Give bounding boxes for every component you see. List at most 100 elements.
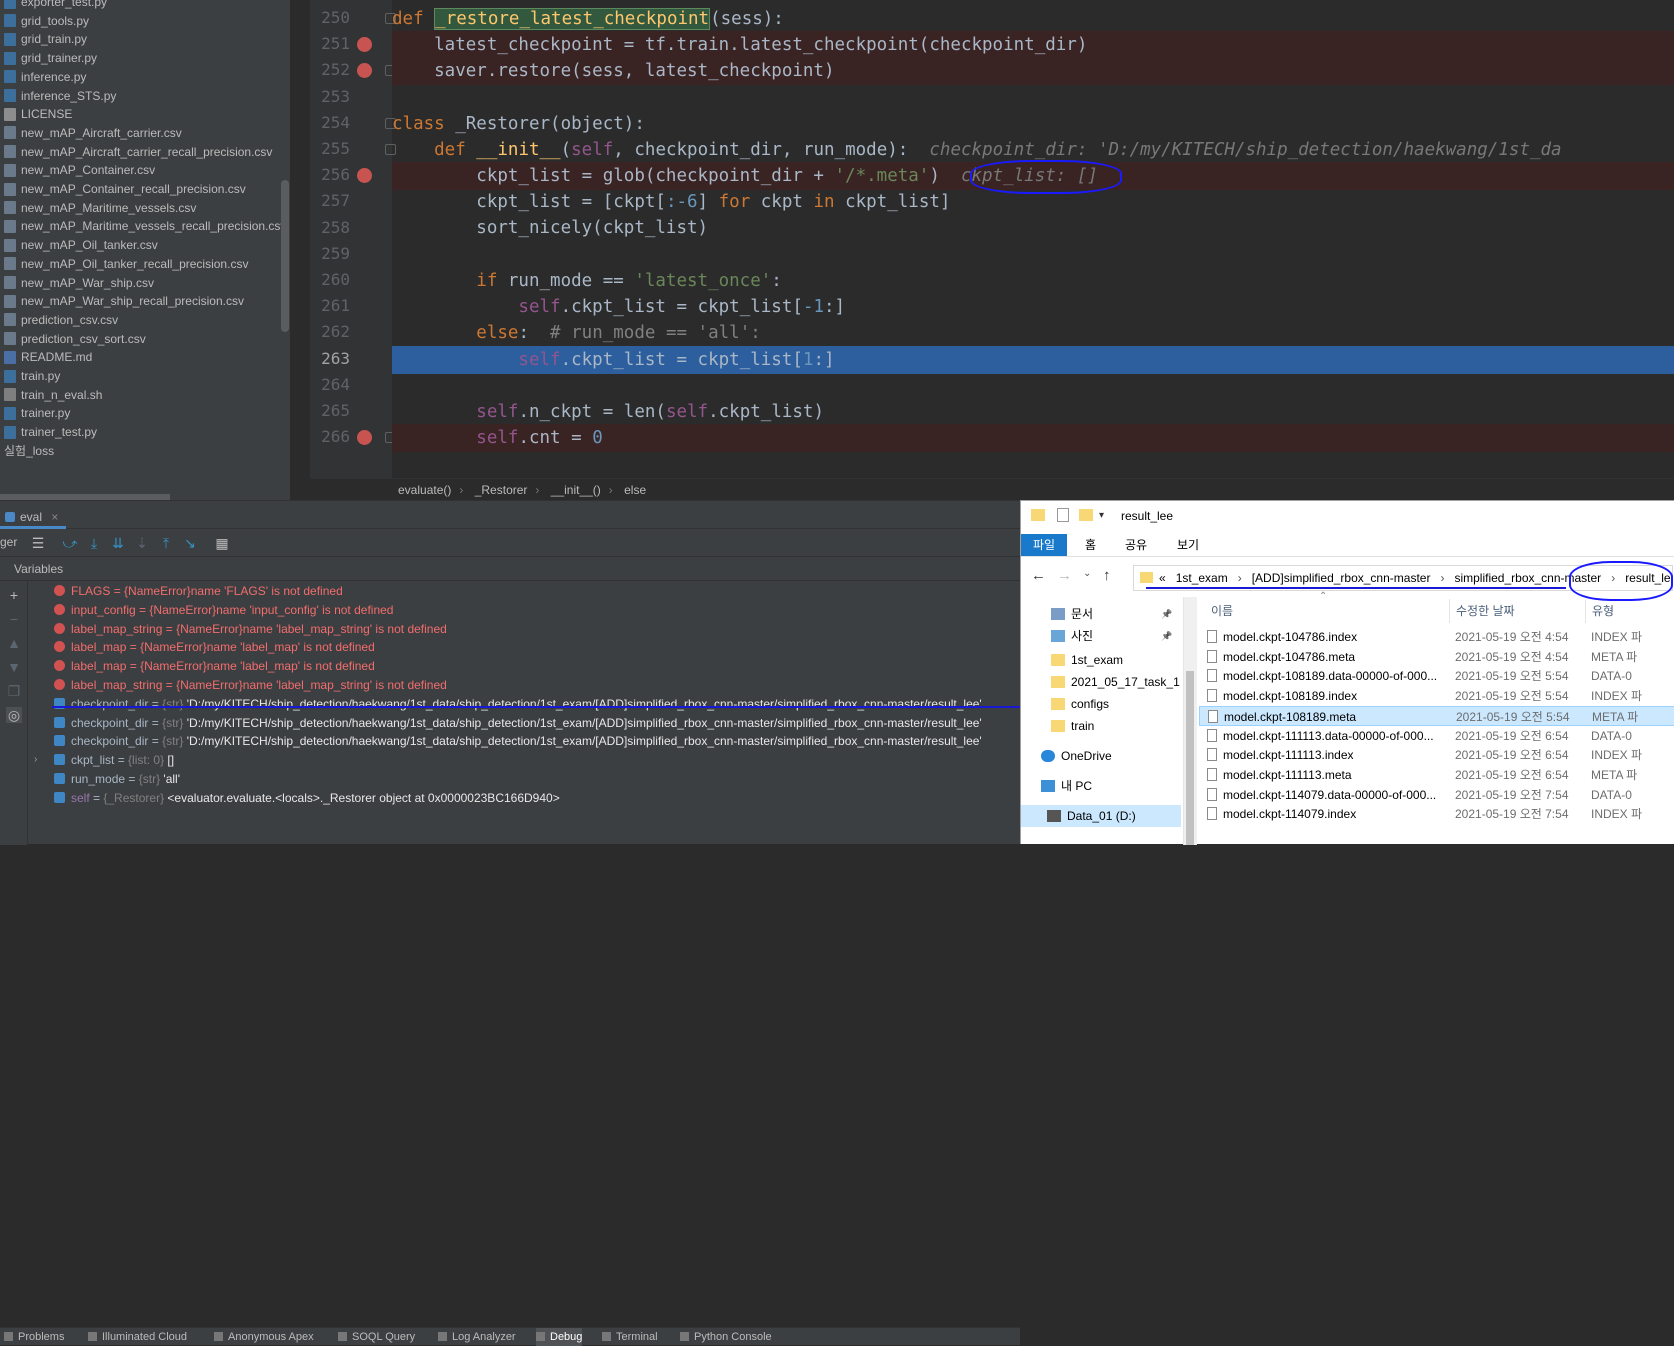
step-into-icon[interactable]: ⇊ xyxy=(110,535,126,551)
nav-scrollbar-thumb[interactable] xyxy=(1186,671,1194,845)
file-row[interactable]: model.ckpt-104786.index 2021-05-19 오전 4:5… xyxy=(1199,627,1674,647)
tree-item[interactable]: grid_trainer.py xyxy=(0,48,97,68)
tree-item[interactable]: 실험_loss xyxy=(0,441,54,461)
step-into-my-code-icon[interactable]: ⇣ xyxy=(134,535,150,551)
file-row[interactable]: model.ckpt-108189.data-00000-of-000... 20… xyxy=(1199,666,1674,686)
variable-row[interactable]: › ckpt_list = {list: 0} [] xyxy=(34,750,174,770)
address-segment[interactable]: [ADD]simplified_rbox_cnn-master xyxy=(1252,571,1431,585)
tree-item[interactable]: inference.py xyxy=(0,67,86,87)
tab-home[interactable]: 홈 xyxy=(1073,534,1108,556)
nav-item[interactable]: train xyxy=(1021,715,1181,737)
breadcrumb-item[interactable]: _Restorer xyxy=(475,483,528,497)
tree-item[interactable]: new_mAP_Aircraft_carrier_recall_precisio… xyxy=(0,142,272,162)
expand-icon[interactable]: › xyxy=(34,750,37,770)
breadcrumb-item[interactable]: else xyxy=(624,483,646,497)
bottom-tab[interactable]: Problems xyxy=(4,1328,64,1346)
file-row[interactable]: model.ckpt-108189.index 2021-05-19 오전 5:5… xyxy=(1199,686,1674,706)
step-out-icon[interactable]: ⤒ xyxy=(158,535,174,551)
back-icon[interactable]: ← xyxy=(1031,567,1046,584)
tab-view[interactable]: 보기 xyxy=(1165,534,1211,556)
tab-share[interactable]: 공유 xyxy=(1113,534,1159,556)
show-execution-point-icon[interactable]: ⤻ xyxy=(62,535,78,551)
nav-item[interactable]: 1st_exam xyxy=(1021,649,1181,671)
file-row[interactable]: model.ckpt-111113.data-00000-of-000... 20… xyxy=(1199,726,1674,746)
file-row[interactable]: model.ckpt-104786.meta 2021-05-19 오전 4:54… xyxy=(1199,647,1674,667)
variable-row[interactable]: FLAGS = {NameError}name 'FLAGS' is not d… xyxy=(36,581,343,601)
variable-row[interactable]: label_map_string = {NameError}name 'labe… xyxy=(36,619,447,639)
breadcrumb-item[interactable]: __init__() xyxy=(551,483,601,497)
properties-icon[interactable] xyxy=(1057,508,1069,522)
address-overflow[interactable]: « xyxy=(1159,571,1166,585)
run-to-cursor-icon[interactable]: ↘ xyxy=(182,535,198,551)
tree-item[interactable]: new_mAP_War_ship_recall_precision.csv xyxy=(0,291,244,311)
file-row[interactable]: model.ckpt-111113.meta 2021-05-19 오전 6:54… xyxy=(1199,765,1674,785)
address-segment[interactable]: 1st_exam xyxy=(1176,571,1228,585)
tree-item[interactable]: LICENSE xyxy=(0,104,72,124)
nav-item[interactable]: 내 PC xyxy=(1021,775,1181,797)
bottom-tab[interactable]: SOQL Query xyxy=(338,1328,415,1346)
nav-item[interactable]: configs xyxy=(1021,693,1181,715)
tree-item[interactable]: new_mAP_War_ship.csv xyxy=(0,273,154,293)
variable-row[interactable]: self = {_Restorer} <evaluator.evaluate.<… xyxy=(36,788,560,808)
bottom-tab[interactable]: Illuminated Cloud xyxy=(88,1328,187,1346)
tree-item[interactable]: grid_tools.py xyxy=(0,11,89,31)
chevron-down-icon[interactable]: ▾ xyxy=(1099,501,1104,531)
tree-item[interactable]: trainer_test.py xyxy=(0,422,97,442)
tab-file[interactable]: 파일 xyxy=(1021,534,1068,556)
variable-row[interactable]: checkpoint_dir = {str} 'D:/my/KITECH/shi… xyxy=(36,713,982,733)
menu-icon[interactable]: ☰ xyxy=(30,535,46,551)
code-lines[interactable]: def _restore_latest_checkpoint(sess): la… xyxy=(310,0,1674,478)
new-folder-icon[interactable] xyxy=(1079,509,1093,521)
variable-row[interactable]: run_mode = {str} 'all' xyxy=(36,769,180,789)
debugger-tab-label[interactable]: ger xyxy=(0,535,17,549)
variable-row[interactable]: label_map_string = {NameError}name 'labe… xyxy=(36,675,447,695)
tree-item[interactable]: inference_STS.py xyxy=(0,86,116,106)
file-row[interactable]: model.ckpt-108189.meta 2021-05-19 오전 5:54… xyxy=(1199,705,1674,726)
variable-row[interactable]: label_map = {NameError}name 'label_map' … xyxy=(36,656,375,676)
column-header-type[interactable]: 유형 xyxy=(1585,599,1614,623)
pin-icon[interactable]: 📌 xyxy=(1161,625,1172,647)
bottom-tab[interactable]: Log Analyzer xyxy=(438,1328,516,1346)
tree-scrollbar[interactable] xyxy=(281,180,289,332)
tree-item[interactable]: new_mAP_Container_recall_precision.csv xyxy=(0,179,246,199)
nav-item[interactable]: 2021_05_17_task_1 xyxy=(1021,671,1181,693)
tree-item[interactable]: train_n_eval.sh xyxy=(0,385,102,405)
tree-item[interactable]: new_mAP_Container.csv xyxy=(0,160,155,180)
file-row[interactable]: model.ckpt-114079.index 2021-05-19 오전 7:5… xyxy=(1199,804,1674,824)
nav-item[interactable]: OneDrive xyxy=(1021,745,1181,767)
code-editor[interactable]: 250 251 252 253 254 255 256 257 258 259 260 261 262 2… xyxy=(310,0,1674,478)
pin-icon[interactable]: 📌 xyxy=(1161,603,1172,625)
tree-item[interactable]: README.md xyxy=(0,347,92,367)
file-row[interactable]: model.ckpt-114079.data-00000-of-000... 20… xyxy=(1199,785,1674,805)
tree-item[interactable]: new_mAP_Maritime_vessels.csv xyxy=(0,198,196,218)
tree-item[interactable]: grid_train.py xyxy=(0,29,87,49)
tree-item[interactable]: train.py xyxy=(0,366,60,386)
recent-locations-icon[interactable]: ⌄ xyxy=(1083,568,1091,579)
nav-item[interactable]: Data_01 (D:) xyxy=(1021,805,1181,827)
tree-item[interactable]: new_mAP_Maritime_vessels_recall_precisio… xyxy=(0,216,286,236)
tree-item[interactable]: prediction_csv_sort.csv xyxy=(0,329,146,349)
tree-item[interactable]: new_mAP_Oil_tanker.csv xyxy=(0,235,158,255)
nav-item[interactable]: 사진 📌 xyxy=(1021,625,1181,647)
forward-icon[interactable]: → xyxy=(1057,567,1072,584)
breadcrumb-item[interactable]: evaluate() xyxy=(398,483,451,497)
tree-item[interactable]: trainer.py xyxy=(0,403,70,423)
chevron-right-icon[interactable]: › xyxy=(1440,571,1444,585)
evaluate-expression-icon[interactable]: ▦ xyxy=(214,535,230,551)
file-row[interactable]: model.ckpt-111113.index 2021-05-19 오전 6:5… xyxy=(1199,745,1674,765)
chevron-right-icon[interactable]: › xyxy=(1238,571,1242,585)
variable-row[interactable]: input_config = {NameError}name 'input_co… xyxy=(36,600,393,620)
column-header-name[interactable]: 이름 xyxy=(1211,599,1233,623)
tree-item[interactable]: prediction_csv.csv xyxy=(0,310,118,330)
column-header-date[interactable]: 수정한 날짜 xyxy=(1449,599,1515,623)
tree-item[interactable]: new_mAP_Aircraft_carrier.csv xyxy=(0,123,182,143)
step-over-icon[interactable]: ⤓ xyxy=(86,535,102,551)
bottom-tab[interactable]: Python Console xyxy=(680,1328,772,1346)
nav-item[interactable]: 문서 📌 xyxy=(1021,603,1181,625)
bottom-tab[interactable]: Debug xyxy=(536,1328,583,1346)
close-icon[interactable]: × xyxy=(51,510,58,524)
variable-row[interactable]: checkpoint_dir = {str} 'D:/my/KITECH/shi… xyxy=(36,731,982,751)
tab-eval[interactable]: eval × xyxy=(0,503,67,529)
bottom-tab[interactable]: Terminal xyxy=(602,1328,658,1346)
variable-row[interactable]: checkpoint_dir = {str} 'D:/my/KITECH/shi… xyxy=(36,694,982,714)
